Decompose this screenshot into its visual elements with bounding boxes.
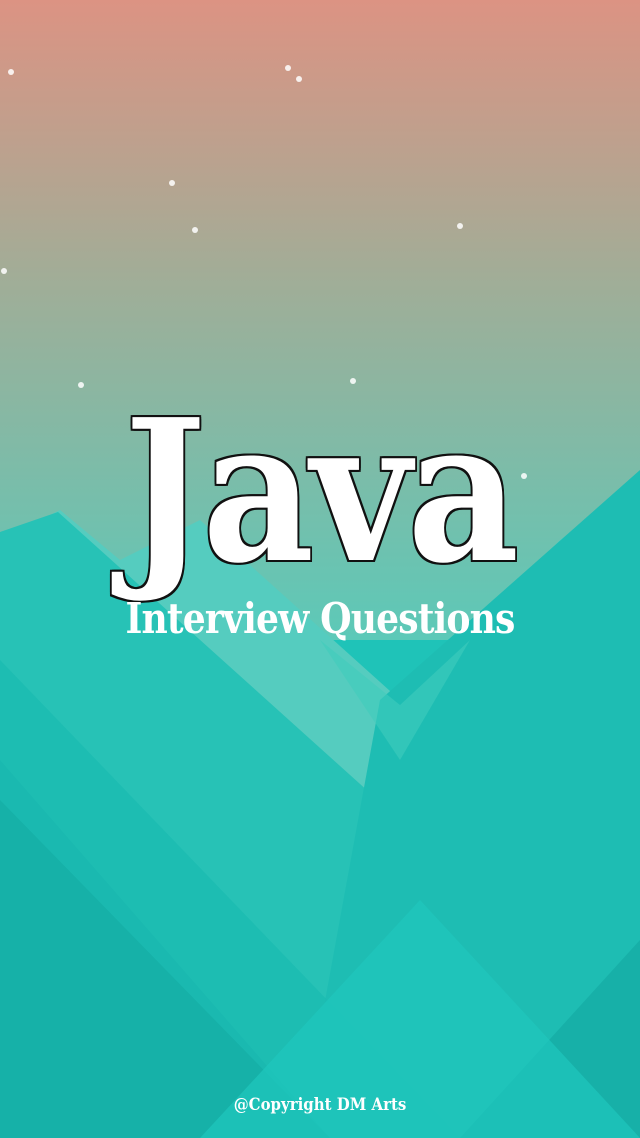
star bbox=[78, 382, 84, 388]
star bbox=[1, 268, 7, 274]
copyright-text: @Copyright DM Arts bbox=[233, 1095, 407, 1115]
star bbox=[169, 180, 175, 186]
star bbox=[296, 76, 302, 82]
star bbox=[8, 69, 14, 75]
star bbox=[457, 223, 463, 229]
star bbox=[285, 65, 291, 71]
star bbox=[192, 227, 198, 233]
app-title: Java bbox=[124, 377, 519, 607]
app-subtitle: Interview Questions bbox=[125, 594, 515, 643]
